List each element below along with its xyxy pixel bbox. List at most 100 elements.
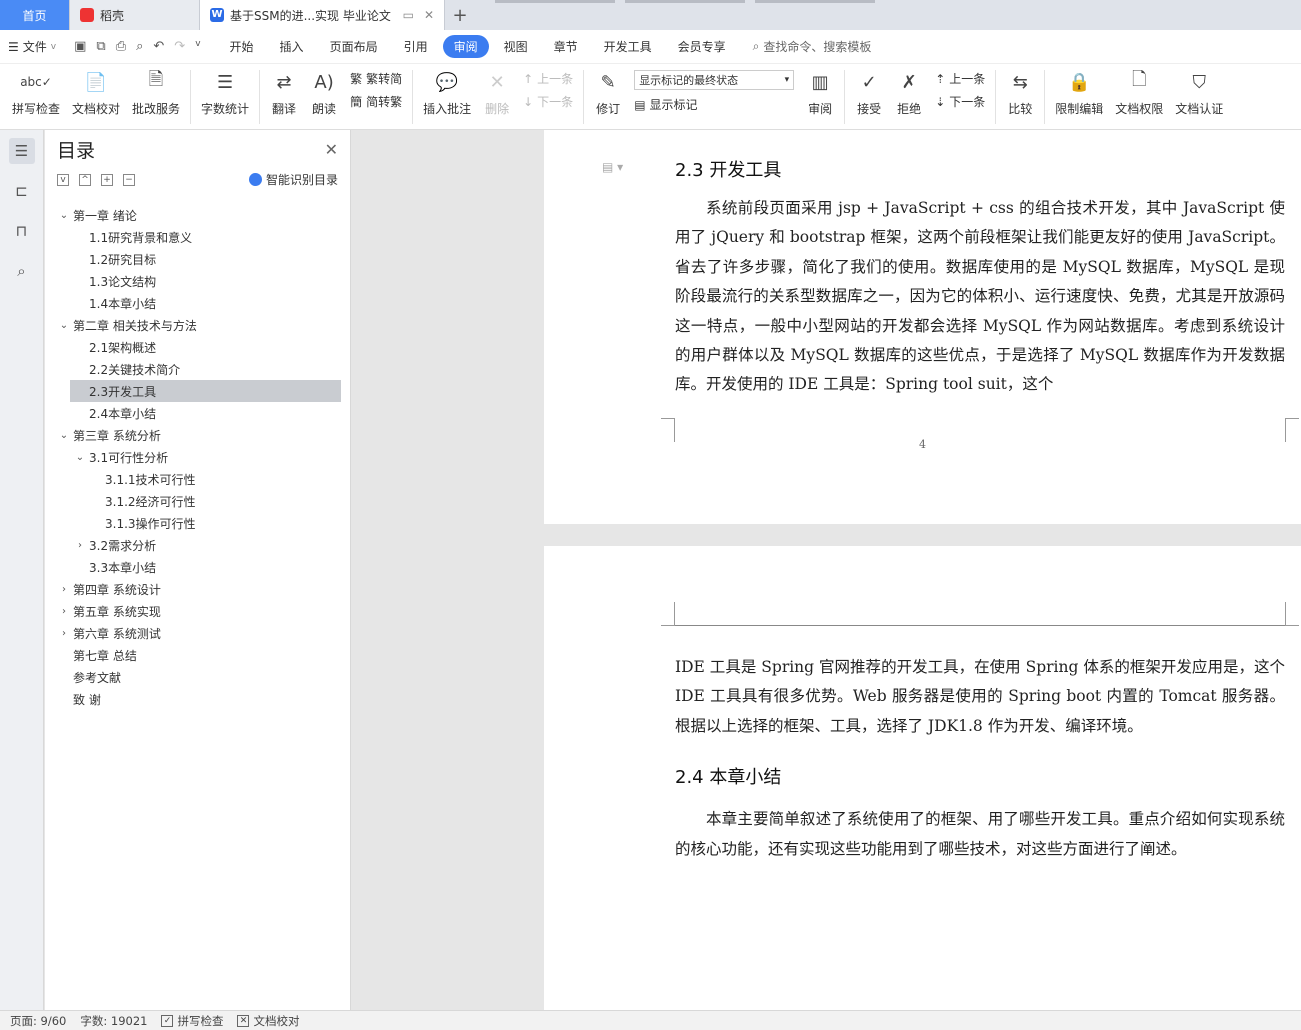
toc-item[interactable]: 3.1.2经济可行性: [45, 490, 350, 512]
doc-permission-button[interactable]: 🗋 文档权限: [1109, 64, 1169, 117]
menu-tab-section[interactable]: 章节: [543, 35, 589, 58]
expand-level-icon[interactable]: ^: [79, 173, 91, 186]
simp-to-trad-button[interactable]: 簡简转繁: [350, 93, 402, 110]
toc-item[interactable]: 3.3本章小结: [45, 556, 350, 578]
review-service-button[interactable]: 🗎 批改服务: [126, 64, 186, 117]
delete-comment-button[interactable]: ✕ 删除: [477, 64, 517, 117]
toc-item[interactable]: 1.3论文结构: [45, 270, 350, 292]
reject-button[interactable]: ✗ 拒绝: [889, 64, 929, 117]
chevron-down-icon[interactable]: ⌄: [73, 452, 87, 463]
undo-icon[interactable]: ↶: [153, 39, 164, 54]
toc-item[interactable]: ⌄ 第二章 相关技术与方法: [45, 314, 350, 336]
compare-label: 比较: [1008, 102, 1033, 116]
toc-item[interactable]: 2.3开发工具: [70, 380, 341, 402]
doc-permission-icon: 🗋: [1132, 69, 1147, 90]
prev-change-button[interactable]: ⇡ 上一条: [935, 70, 985, 87]
spell-check-toggle[interactable]: ✓ 拼写检查: [161, 1013, 223, 1029]
close-icon[interactable]: ✕: [424, 8, 434, 22]
chapter-nav-icon[interactable]: ⊏: [9, 178, 35, 204]
add-tab-button[interactable]: +: [445, 0, 475, 30]
menu-tab-developer[interactable]: 开发工具: [593, 35, 663, 58]
track-changes-button[interactable]: ✎ 修订: [588, 64, 628, 117]
translate-button[interactable]: ⇄ 翻译: [264, 64, 304, 117]
chevron-down-icon[interactable]: ⌄: [57, 320, 71, 331]
chevron-right-icon[interactable]: ›: [57, 584, 71, 595]
review-pane-button[interactable]: ▥ 审阅: [800, 64, 840, 117]
chevron-right-icon[interactable]: ›: [73, 540, 87, 551]
menu-tab-references[interactable]: 引用: [393, 35, 439, 58]
toc-item[interactable]: 3.1.1技术可行性: [45, 468, 350, 490]
accept-icon: ✓: [861, 71, 877, 93]
toc-item[interactable]: › 第六章 系统测试: [45, 622, 350, 644]
show-markup-button[interactable]: ▤ 显示标记: [634, 96, 794, 113]
read-aloud-button[interactable]: A) 朗读: [304, 64, 344, 117]
tab-pin-icon[interactable]: ▭: [403, 8, 414, 22]
toc-item[interactable]: 致 谢: [45, 688, 350, 710]
toc-item[interactable]: 1.2研究目标: [45, 248, 350, 270]
toc-item[interactable]: 3.1.3操作可行性: [45, 512, 350, 534]
insert-comment-button[interactable]: 💬 插入批注: [417, 64, 477, 117]
toc-item[interactable]: 1.4本章小结: [45, 292, 350, 314]
toc-item[interactable]: ⌄ 3.1可行性分析: [45, 446, 350, 468]
minus-icon[interactable]: −: [123, 173, 135, 186]
toc-item[interactable]: 2.1架构概述: [45, 336, 350, 358]
chevron-down-icon[interactable]: ⌄: [57, 430, 71, 441]
trad-to-simp-button[interactable]: 繁繁转简: [350, 70, 402, 87]
chevron-right-icon[interactable]: ›: [57, 606, 71, 617]
page-indicator[interactable]: 页面: 9/60: [10, 1013, 66, 1029]
menu-tab-layout[interactable]: 页面布局: [319, 35, 389, 58]
search-icon[interactable]: ⌕: [9, 258, 35, 284]
menu-tab-view[interactable]: 视图: [493, 35, 539, 58]
toc-item[interactable]: ⌄ 第一章 绪论: [45, 204, 350, 226]
toc-item[interactable]: › 第五章 系统实现: [45, 600, 350, 622]
smart-toc-button[interactable]: 智能识别目录: [248, 171, 338, 188]
toc-item[interactable]: 2.4本章小结: [45, 402, 350, 424]
file-menu[interactable]: ☰ 文件 v: [8, 38, 56, 55]
compare-button[interactable]: ⇆ 比较: [1000, 64, 1040, 117]
toc-item[interactable]: 第七章 总结: [45, 644, 350, 666]
plus-icon[interactable]: +: [101, 173, 113, 186]
annotation-icon[interactable]: ▤ ▾: [602, 160, 623, 174]
spell-check-button[interactable]: abc✓ 拼写检查: [6, 64, 66, 117]
toc-item[interactable]: 2.2关键技术简介: [45, 358, 350, 380]
toc-item[interactable]: ⌄ 第三章 系统分析: [45, 424, 350, 446]
doc-certify-button[interactable]: ⛉ 文档认证: [1169, 64, 1229, 117]
redo-icon[interactable]: ↷: [174, 39, 185, 54]
next-change-button[interactable]: ⇣ 下一条: [935, 93, 985, 110]
menu-tab-start[interactable]: 开始: [219, 35, 265, 58]
toc-item[interactable]: › 3.2需求分析: [45, 534, 350, 556]
toc-item[interactable]: 参考文献: [45, 666, 350, 688]
word-count-indicator[interactable]: 字数: 19021: [80, 1013, 147, 1029]
command-search[interactable]: ⌕ 查找命令、搜索模板: [753, 38, 872, 55]
restrict-edit-button[interactable]: 🔒 限制编辑: [1049, 64, 1109, 117]
margin-corner: [1285, 602, 1299, 626]
markup-state-select[interactable]: 显示标记的最终状态 ▾: [634, 70, 795, 90]
menu-tab-member[interactable]: 会员专享: [667, 35, 737, 58]
print-icon[interactable]: ⎙: [116, 39, 126, 54]
tab-document[interactable]: W 基于SSM的进...实现 毕业论文 ▭ ✕: [200, 0, 445, 30]
tab-bar: 首页 稻壳 W 基于SSM的进...实现 毕业论文 ▭ ✕ +: [0, 0, 1301, 30]
word-count-button[interactable]: ☰ 字数统计: [195, 64, 255, 117]
export-pdf-icon[interactable]: ⧉: [96, 39, 105, 54]
toc-item-label: 3.1.1技术可行性: [105, 472, 196, 487]
chevron-down-icon[interactable]: ⌄: [57, 210, 71, 221]
menu-tab-review[interactable]: 审阅: [442, 35, 489, 58]
bookmark-icon[interactable]: ⊓: [9, 218, 35, 244]
tab-daoke[interactable]: 稻壳: [70, 0, 200, 30]
save-icon[interactable]: ▣: [74, 39, 86, 54]
chevron-right-icon[interactable]: ›: [57, 628, 71, 639]
collapse-all-icon[interactable]: v: [57, 173, 69, 186]
prev-comment-button[interactable]: ↑ 上一条: [523, 70, 573, 87]
proofread-toggle[interactable]: ✕ 文档校对: [237, 1013, 299, 1029]
print-preview-icon[interactable]: ⌕: [136, 39, 143, 54]
close-icon[interactable]: ✕: [325, 140, 338, 159]
toc-item[interactable]: 1.1研究背景和意义: [45, 226, 350, 248]
next-comment-button[interactable]: ↓ 下一条: [523, 93, 573, 110]
toc-panel-icon[interactable]: ☰: [8, 138, 35, 164]
doc-proofread-button[interactable]: 📄 文档校对: [66, 64, 126, 117]
toc-item[interactable]: › 第四章 系统设计: [45, 578, 350, 600]
tab-home[interactable]: 首页: [0, 0, 70, 30]
menu-tab-insert[interactable]: 插入: [269, 35, 315, 58]
accept-button[interactable]: ✓ 接受: [849, 64, 889, 117]
customize-icon[interactable]: v: [195, 39, 200, 54]
